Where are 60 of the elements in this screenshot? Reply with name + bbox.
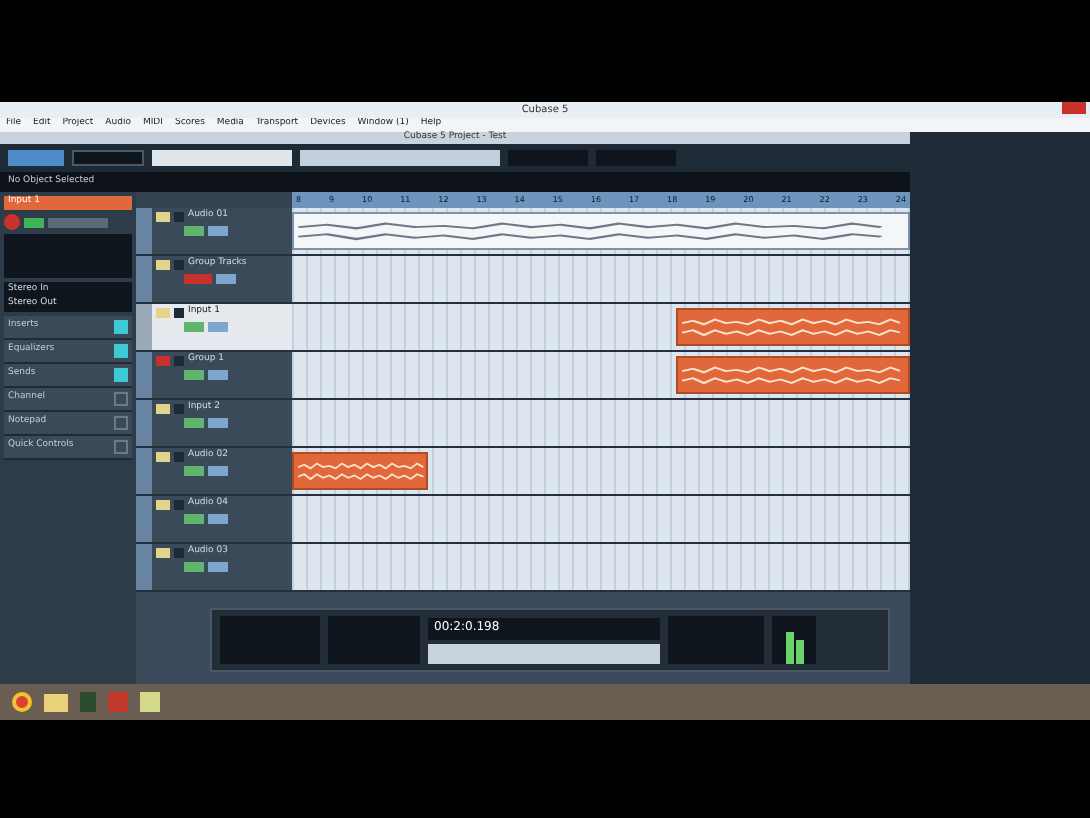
mute-button[interactable] (156, 212, 170, 222)
notes-icon[interactable] (140, 692, 160, 712)
transport-controls[interactable] (428, 643, 660, 663)
locator-display (328, 616, 420, 664)
write-button[interactable] (208, 562, 228, 572)
solo-button[interactable] (174, 404, 184, 414)
read-button[interactable] (184, 466, 204, 476)
read-button[interactable] (184, 418, 204, 428)
mute-button[interactable] (156, 356, 170, 366)
write-button[interactable] (208, 466, 228, 476)
mute-button[interactable] (156, 500, 170, 510)
edit-tools[interactable] (300, 150, 500, 166)
level-meter (772, 616, 816, 664)
quantize-field[interactable] (596, 150, 676, 166)
solo-button[interactable] (174, 452, 184, 462)
read-button[interactable] (184, 226, 204, 236)
solo-button[interactable] (174, 212, 184, 222)
mute-button[interactable] (156, 548, 170, 558)
volume-pan-panel (4, 234, 132, 278)
mode-field[interactable] (72, 150, 144, 166)
folder-icon[interactable] (44, 693, 68, 711)
section-toggle[interactable] (114, 440, 128, 454)
section-toggle[interactable] (114, 344, 128, 358)
close-button[interactable] (1062, 102, 1086, 114)
solo-button[interactable] (174, 548, 184, 558)
section-toggle[interactable] (114, 416, 128, 430)
browser-icon[interactable] (12, 692, 32, 712)
marker-display (220, 616, 320, 664)
mute-button[interactable] (156, 452, 170, 462)
write-button[interactable] (208, 514, 228, 524)
waveform-drawing (298, 460, 424, 484)
audio-event[interactable] (675, 356, 910, 394)
solo-button[interactable] (174, 356, 184, 366)
section-toggle[interactable] (114, 368, 128, 382)
monitor-button[interactable] (24, 217, 44, 227)
section-toggle[interactable] (114, 320, 128, 334)
audio-event[interactable] (292, 452, 428, 490)
write-button[interactable] (208, 322, 228, 332)
mute-button[interactable] (156, 404, 170, 414)
read-button[interactable] (184, 370, 204, 380)
write-button[interactable] (208, 226, 228, 236)
tempo-display (668, 616, 764, 664)
audio-event[interactable] (675, 308, 910, 346)
read-button[interactable] (184, 562, 204, 572)
read-button[interactable] (184, 274, 212, 284)
read-button[interactable] (184, 322, 204, 332)
solo-button[interactable] (174, 260, 184, 270)
tool-button[interactable] (8, 150, 64, 166)
solo-button[interactable] (174, 500, 184, 510)
snap-field[interactable] (508, 150, 588, 166)
write-button[interactable] (208, 370, 228, 380)
section-toggle[interactable] (114, 392, 128, 406)
write-button[interactable] (216, 274, 236, 284)
read-button[interactable] (184, 514, 204, 524)
write-button[interactable] (208, 418, 228, 428)
mute-button[interactable] (156, 260, 170, 270)
track-buttons[interactable] (48, 217, 108, 227)
record-button[interactable] (4, 214, 20, 230)
solo-button[interactable] (174, 308, 184, 318)
mute-button[interactable] (156, 308, 170, 318)
